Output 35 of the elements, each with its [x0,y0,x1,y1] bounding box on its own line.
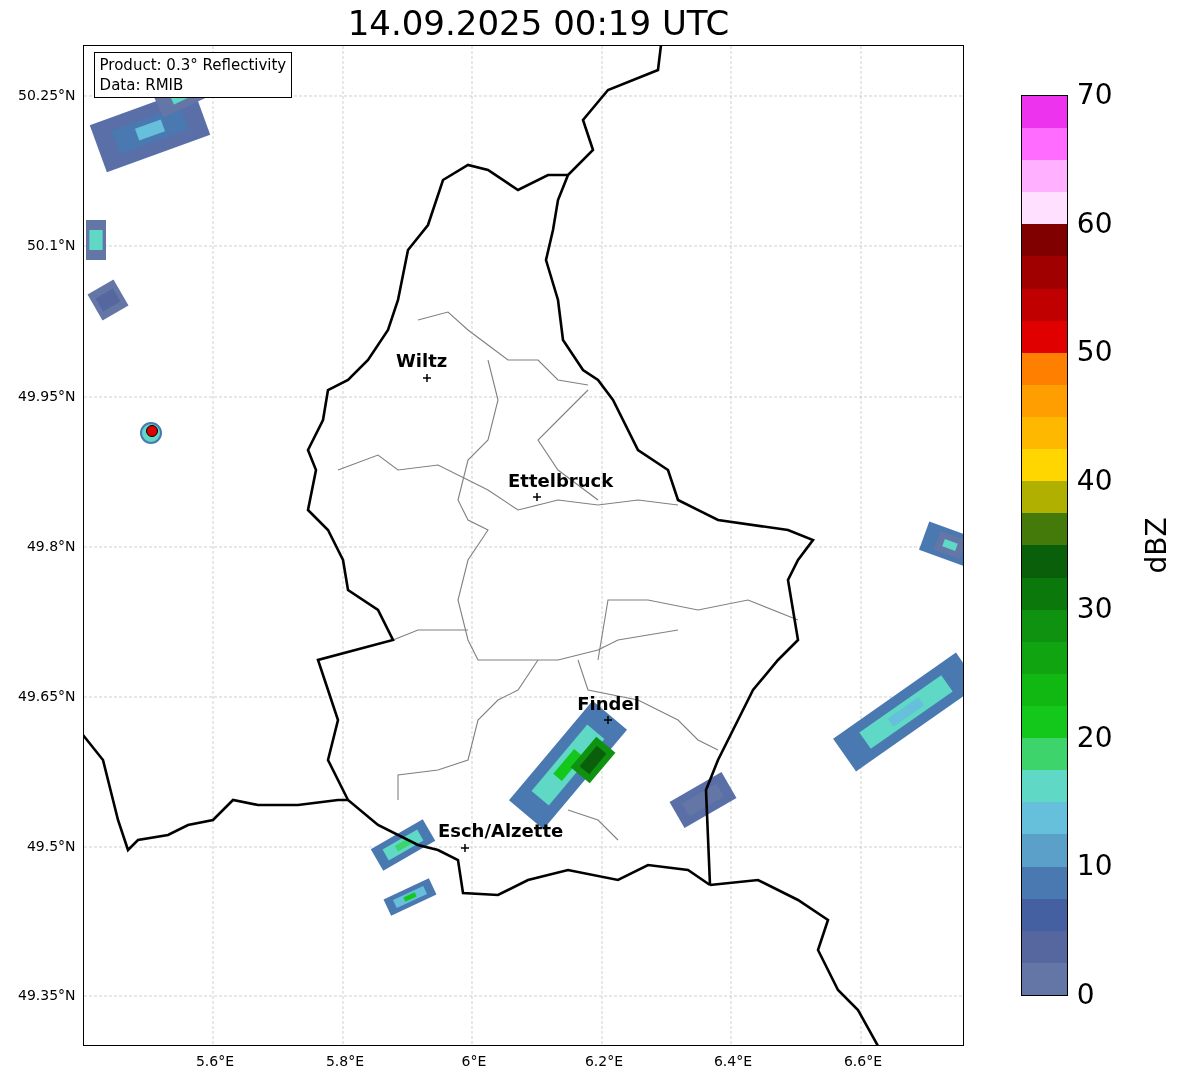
chart-title: 14.09.2025 00:19 UTC [347,2,730,43]
info-text: Product: 0.3° Reflectivity [99,55,287,75]
colorbar-tick-label: 70 [1076,81,1113,109]
longitude-label: 6.4°E [713,1053,753,1069]
city-label: Esch/Alzette [437,820,564,841]
city-label: Ettelbruck [508,470,614,491]
longitude-label: 5.8°E [325,1053,365,1069]
city-marker-icon [459,843,470,853]
latitude-label: 49.35°N [18,987,76,1003]
colorbar-tick-label: 10 [1076,852,1113,881]
latitude-label: 49.8°N [26,538,76,554]
latitude-label: 50.25°N [18,87,76,103]
longitude-label: 6°E [461,1053,487,1069]
latitude-label: 49.95°N [18,388,76,404]
longitude-label: 6.2°E [584,1053,624,1069]
city-marker-icon [421,373,432,383]
radar-echo [85,220,106,260]
info-text: Data: RMIB [99,75,185,95]
radar-site-icon [139,422,162,444]
city-label: Findel [577,693,640,714]
longitude-label: 5.6°E [195,1053,235,1069]
city-marker-icon [602,715,613,725]
colorbar-tick-label: 40 [1076,466,1113,495]
colorbar-tick-label: 0 [1076,981,1095,1009]
colorbar-tick-label: 50 [1076,338,1113,367]
colorbar-label: dBZ [1139,517,1173,574]
latitude-label: 49.65°N [18,688,76,704]
colorbar-tick-label: 60 [1076,209,1113,238]
longitude-label: 6.6°E [843,1053,883,1069]
latitude-label: 50.1°N [26,237,76,253]
city-marker-icon [531,492,542,502]
colorbar-tick-label: 20 [1076,723,1113,752]
latitude-label: 49.5°N [26,838,76,854]
colorbar-tick-label: 30 [1076,595,1113,624]
city-label: Wiltz [395,350,448,371]
